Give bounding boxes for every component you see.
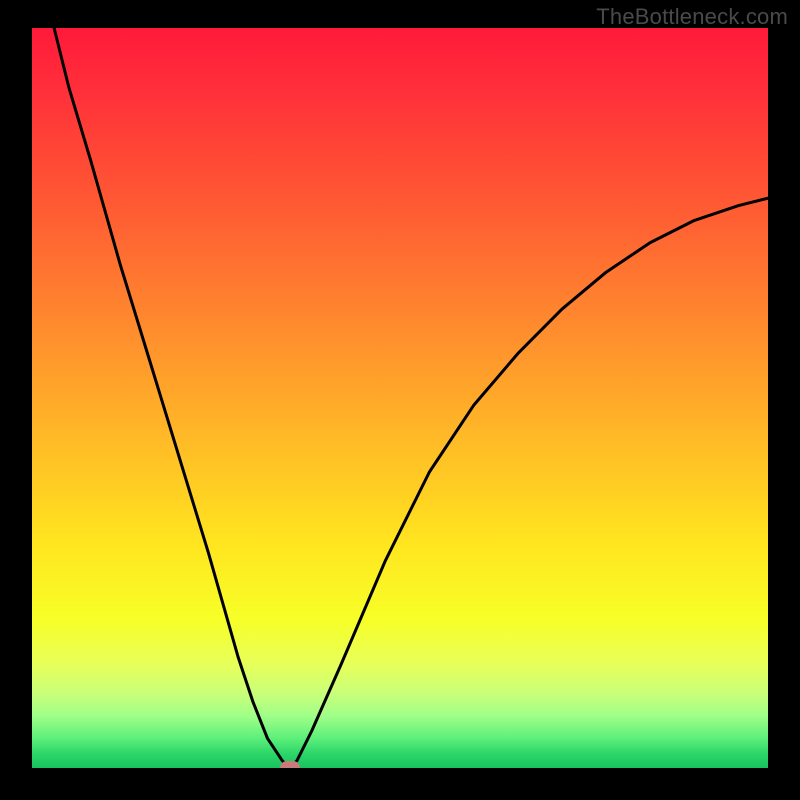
chart-frame: TheBottleneck.com <box>0 0 800 800</box>
bottleneck-curve <box>32 28 768 768</box>
plot-area <box>32 28 768 768</box>
curve-path <box>54 28 768 768</box>
minimum-marker <box>280 761 300 768</box>
watermark-text: TheBottleneck.com <box>596 4 788 30</box>
